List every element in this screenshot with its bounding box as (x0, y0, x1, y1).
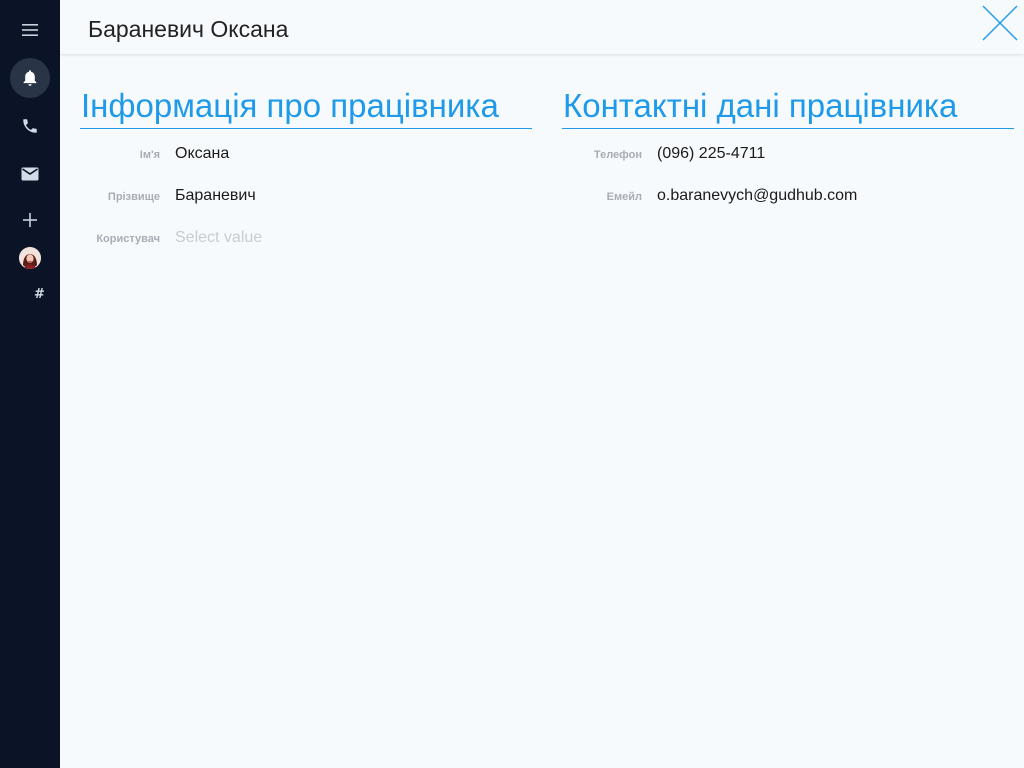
avatar[interactable] (19, 247, 41, 269)
field-label: Ім'я (139, 149, 160, 161)
email-value[interactable]: o.baranevych@gudhub.com (657, 187, 857, 205)
hash-icon[interactable]: # (34, 285, 45, 305)
menu-button[interactable] (10, 10, 50, 50)
user-field: Користувач Select value (80, 213, 532, 255)
first-name-field: Ім'я Оксана (80, 129, 532, 171)
last-name-value[interactable]: Бараневич (175, 187, 256, 205)
bell-icon (22, 69, 38, 87)
phone-field: Телефон (096) 225-4711 (562, 129, 1014, 171)
calls-button[interactable] (10, 106, 50, 146)
header: Бараневич Оксана (60, 0, 1024, 54)
mail-button[interactable] (10, 154, 50, 194)
plus-icon (22, 212, 38, 228)
section-title: Інформація про працівника (80, 86, 532, 129)
last-name-field: Прізвище Бараневич (80, 171, 532, 213)
field-label: Користувач (96, 233, 160, 245)
user-select[interactable]: Select value (175, 229, 262, 247)
field-label: Прізвище (107, 191, 160, 203)
first-name-value[interactable]: Оксана (175, 145, 229, 163)
email-field: Емейл o.baranevych@gudhub.com (562, 171, 1014, 213)
page-title: Бараневич Оксана (88, 16, 289, 42)
employee-info-section: Інформація про працівника Ім'я Оксана Пр… (80, 86, 532, 255)
notifications-button[interactable] (10, 58, 50, 98)
phone-value[interactable]: (096) 225-4711 (657, 145, 765, 163)
close-button[interactable] (982, 5, 1018, 41)
menu-icon (21, 23, 39, 37)
mail-icon (21, 167, 39, 181)
phone-icon (21, 117, 39, 135)
field-label: Телефон (593, 149, 642, 161)
sidebar: # (0, 0, 60, 768)
close-icon (982, 5, 1018, 45)
field-label: Емейл (606, 191, 642, 203)
section-title: Контактні дані працівника (562, 86, 1014, 129)
add-button[interactable] (10, 200, 50, 240)
contact-info-section: Контактні дані працівника Телефон (096) … (562, 86, 1014, 213)
